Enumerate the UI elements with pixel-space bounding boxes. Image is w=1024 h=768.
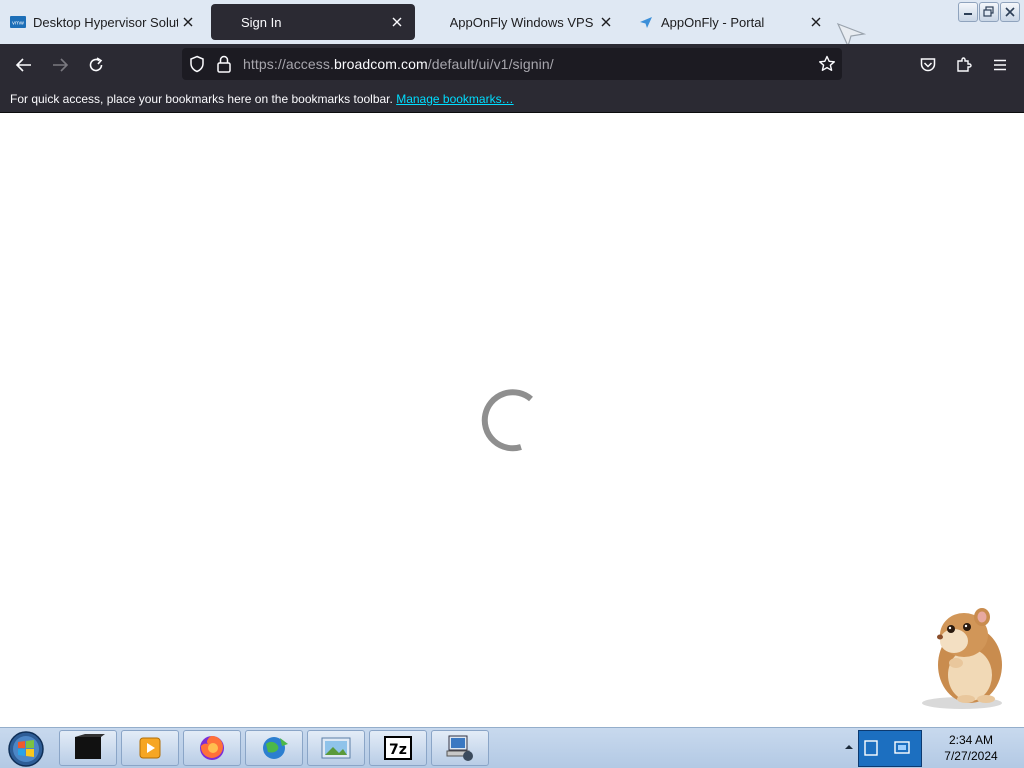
reload-button[interactable] [84,53,108,77]
loading-spinner-icon [481,389,533,452]
hamster-mascot-icon [922,608,1002,709]
lock-icon[interactable] [216,55,232,73]
tab-strip: vmw Desktop Hypervisor Solution Sign In … [0,0,1024,48]
tab-apponfly-portal[interactable]: AppOnFly - Portal [628,4,834,40]
back-button[interactable] [12,53,36,77]
navigation-toolbar: https://access.broadcom.com/default/ui/v… [0,44,1024,86]
clock-time: 2:34 AM [948,733,994,747]
tab-close-icon[interactable] [806,12,826,32]
manage-bookmarks-link[interactable]: Manage bookmarks… [396,92,513,106]
arrow-right-icon [53,58,69,72]
puzzle-piece-icon [957,57,972,72]
system-clock[interactable]: 2:34 AM 7/27/2024 [932,732,1010,764]
taskbar-download-manager[interactable] [245,730,303,766]
tab-sign-in[interactable]: Sign In [211,4,415,40]
taskbar-firefox[interactable] [183,730,241,766]
network-computer-icon [446,735,473,761]
taskbar-terminal[interactable] [59,730,117,766]
forward-button[interactable] [48,53,72,77]
tab-title: Sign In [241,14,282,30]
bookmarks-message: For quick access, place your bookmarks h… [10,92,393,106]
windows-taskbar: 7z 2:34 AM 7/27/2024 [0,727,1024,768]
pocket-icon [920,58,936,72]
pocket-button[interactable] [916,53,940,77]
tab-desktop-hypervisor[interactable]: vmw Desktop Hypervisor Solution [0,4,206,40]
firefox-icon [200,735,224,760]
media-player-icon [139,737,161,759]
url-text[interactable]: https://access.broadcom.com/default/ui/v… [243,56,554,72]
svg-text:vmw: vmw [12,21,24,27]
close-window-button[interactable] [1000,2,1020,22]
shield-icon[interactable] [188,55,206,73]
7zip-icon: 7z [384,736,412,760]
taskbar-media-player[interactable] [121,730,179,766]
hamburger-menu-icon [994,59,1006,71]
minimize-button[interactable] [958,2,978,22]
windows-orb-icon [8,731,44,767]
image-viewer-icon [321,737,351,759]
vmware-favicon-icon: vmw [10,16,26,28]
terminal-icon [75,734,105,759]
bookmarks-toolbar: For quick access, place your bookmarks h… [0,86,1024,113]
menu-button[interactable] [988,53,1012,77]
address-bar[interactable]: https://access.broadcom.com/default/ui/v… [182,48,842,80]
taskbar-7zip[interactable]: 7z [369,730,427,766]
tab-title: Desktop Hypervisor Solution [33,14,178,30]
tab-title: AppOnFly - Portal [661,14,765,30]
tab-close-icon[interactable] [387,12,407,32]
system-tray: 2:34 AM 7/27/2024 [840,728,1024,768]
page-content [0,113,1024,727]
tab-apponfly-vps[interactable]: AppOnFly Windows VPS & C [420,4,624,40]
tab-close-icon[interactable] [596,12,616,32]
restore-button[interactable] [979,2,999,22]
url-domain: broadcom.com [333,56,428,72]
tray-app-icons [864,740,910,756]
taskbar-network[interactable] [431,730,489,766]
show-hidden-icons-icon[interactable] [844,742,854,752]
paper-plane-favicon-icon [640,17,652,28]
reload-icon [89,57,103,72]
clock-date: 7/27/2024 [944,749,998,763]
arrow-left-icon [15,58,31,72]
tab-close-icon[interactable] [178,12,198,32]
star-icon[interactable] [818,55,836,73]
window-controls [958,2,1020,22]
tray-notification-area[interactable] [858,730,922,767]
taskbar-image-viewer[interactable] [307,730,365,766]
tab-title: AppOnFly Windows VPS & C [449,14,596,30]
start-button[interactable] [5,730,47,768]
extensions-button[interactable] [952,53,976,77]
globe-download-icon [263,737,288,759]
svg-text:7z: 7z [389,742,407,758]
